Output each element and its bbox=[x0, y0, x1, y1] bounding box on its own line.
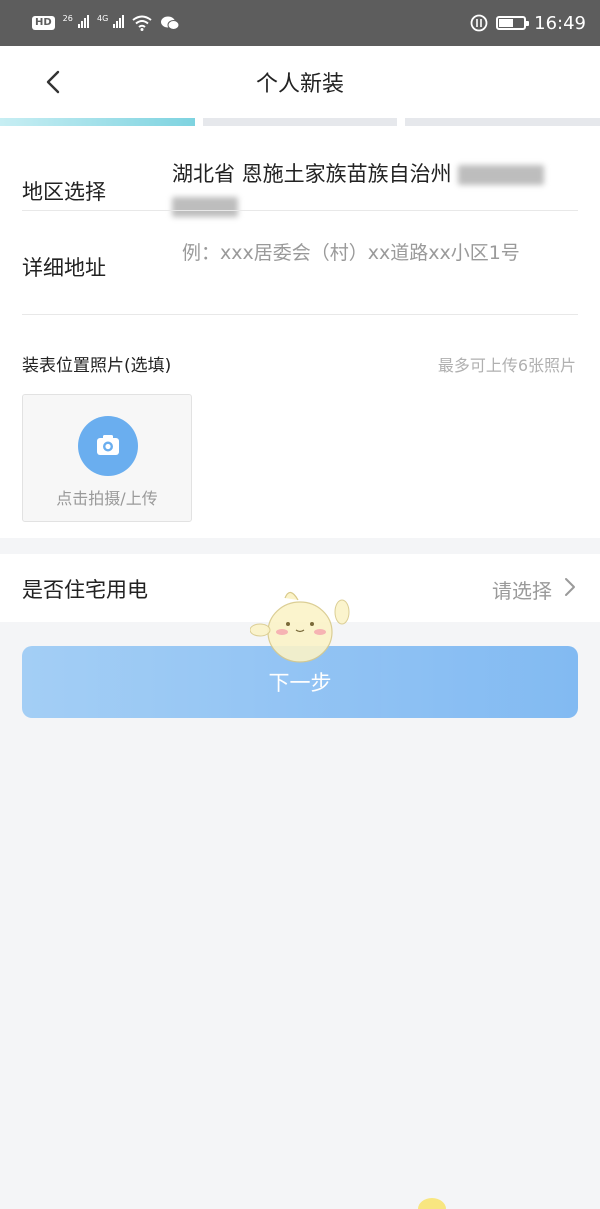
nav-bar: 个人新装 bbox=[0, 46, 600, 118]
region-label: 地区选择 bbox=[22, 180, 106, 204]
chevron-right-icon bbox=[565, 578, 575, 596]
photo-limit-hint: 最多可上传6张照片 bbox=[437, 356, 576, 375]
photo-label: 装表位置照片(选填) bbox=[22, 356, 172, 376]
wechat-icon bbox=[161, 16, 180, 30]
photo-upload-button[interactable]: 点击拍摄/上传 bbox=[22, 394, 192, 522]
residential-label: 是否住宅用电 bbox=[22, 578, 148, 602]
step-1-indicator bbox=[0, 118, 195, 126]
page-title: 个人新装 bbox=[255, 72, 344, 97]
redacted-block bbox=[172, 197, 238, 217]
step-progress bbox=[0, 118, 600, 126]
form-card: 地区选择 湖北省 恩施土家族苗族自治州 详细地址 装表位置照片(选填) 最多可上… bbox=[0, 126, 600, 538]
address-input[interactable] bbox=[182, 236, 582, 270]
mascot-sticker-icon bbox=[250, 591, 350, 663]
camera-icon bbox=[78, 416, 138, 476]
residential-select-value: 请选择 bbox=[492, 579, 552, 603]
status-right: 16:49 bbox=[470, 13, 586, 34]
back-arrow-icon[interactable] bbox=[40, 68, 68, 96]
upload-label: 点击拍摄/上传 bbox=[56, 489, 158, 508]
status-bar: HD 26 4G 16:49 bbox=[0, 0, 600, 46]
region-value[interactable]: 湖北省 恩施土家族苗族自治州 bbox=[172, 158, 572, 222]
sim1-signal-icon: 26 bbox=[63, 14, 89, 32]
status-left: HD 26 4G bbox=[32, 14, 180, 32]
data-saver-icon bbox=[470, 14, 488, 32]
mascot-sticker-icon bbox=[418, 1198, 446, 1209]
address-label: 详细地址 bbox=[22, 256, 106, 280]
divider bbox=[22, 210, 578, 211]
hd-badge: HD bbox=[32, 16, 55, 30]
divider bbox=[22, 314, 578, 315]
battery-icon bbox=[496, 16, 530, 30]
redacted-block bbox=[458, 165, 545, 185]
wifi-icon bbox=[132, 15, 153, 31]
step-2-indicator bbox=[202, 118, 398, 126]
step-3-indicator bbox=[405, 118, 600, 126]
sim2-signal-icon: 4G bbox=[97, 14, 125, 32]
region-row[interactable]: 地区选择 湖北省 恩施土家族苗族自治州 bbox=[0, 140, 600, 217]
status-time: 16:49 bbox=[534, 12, 586, 34]
